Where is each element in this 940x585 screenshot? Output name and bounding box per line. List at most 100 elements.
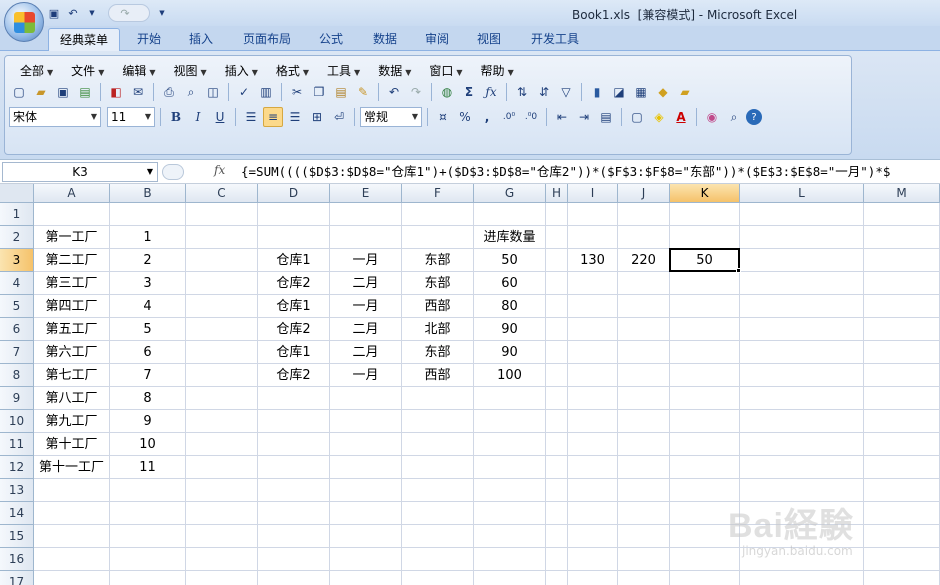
cell-a4[interactable]: 第三工厂 — [34, 272, 109, 295]
column-header[interactable]: J — [618, 184, 670, 203]
cell-a9[interactable]: 第八工厂 — [34, 387, 109, 410]
column-header[interactable]: L — [740, 184, 864, 203]
save-icon[interactable]: ▣ — [53, 82, 73, 102]
font-size-combo[interactable]: 11 ▼ — [107, 107, 155, 127]
column-header[interactable]: A — [34, 184, 110, 203]
classic-menu-item[interactable]: 窗口 ▼ — [420, 62, 471, 80]
cell-f5[interactable]: 西部 — [402, 295, 473, 318]
ribbon-tab[interactable]: 审阅 — [414, 28, 460, 51]
cell-b2[interactable]: 1 — [110, 226, 185, 249]
cell-b5[interactable]: 4 — [110, 295, 185, 318]
ribbon-tab[interactable]: 公式 — [308, 28, 354, 51]
align-left-icon[interactable]: ☰ — [241, 107, 261, 127]
cell-j3[interactable]: 220 — [618, 249, 669, 272]
cell-i3[interactable]: 130 — [568, 249, 617, 272]
open-folder-icon[interactable]: ▰ — [31, 82, 51, 102]
cut-icon[interactable]: ✂ — [287, 82, 307, 102]
cell-a5[interactable]: 第四工厂 — [34, 295, 109, 318]
underline-button[interactable]: U — [210, 107, 230, 127]
ribbon-tab[interactable]: 插入 — [178, 28, 224, 51]
ribbon-tab[interactable]: 经典菜单 — [48, 28, 121, 51]
row-header[interactable]: 12 — [0, 456, 34, 479]
cell-a11[interactable]: 第十工厂 — [34, 433, 109, 456]
cell-e7[interactable]: 二月 — [330, 341, 401, 364]
cell-g4[interactable]: 60 — [474, 272, 545, 295]
classic-menu-item[interactable]: 工具 ▼ — [318, 62, 369, 80]
bold-button[interactable]: B — [166, 107, 186, 127]
wrap-text-icon[interactable]: ⏎ — [329, 107, 349, 127]
paste-icon[interactable]: ▤ — [331, 82, 351, 102]
folder-icon[interactable]: ▰ — [675, 82, 695, 102]
column-header[interactable]: H — [546, 184, 568, 203]
cell-e4[interactable]: 二月 — [330, 272, 401, 295]
align-center-icon[interactable]: ≡ — [263, 107, 283, 127]
print-icon[interactable]: ⎙ — [159, 82, 179, 102]
cell-f6[interactable]: 北部 — [402, 318, 473, 341]
comma-button[interactable]: , — [477, 107, 497, 127]
cell-f7[interactable]: 东部 — [402, 341, 473, 364]
column-header[interactable]: D — [258, 184, 330, 203]
formula-bar-grip[interactable] — [162, 164, 184, 180]
row-header[interactable]: 10 — [0, 410, 34, 433]
row-header[interactable]: 5 — [0, 295, 34, 318]
cell-e8[interactable]: 一月 — [330, 364, 401, 387]
formula-input[interactable]: {=SUM(((($D$3:$D$8="仓库1")+($D$3:$D$8="仓库… — [241, 162, 940, 182]
column-header[interactable]: G — [474, 184, 546, 203]
name-box[interactable]: K3 ▼ — [2, 162, 158, 182]
cell-d6[interactable]: 仓库2 — [258, 318, 329, 341]
cell-a8[interactable]: 第七工厂 — [34, 364, 109, 387]
cell-b11[interactable]: 10 — [110, 433, 185, 456]
row-header[interactable]: 16 — [0, 548, 34, 571]
email-icon[interactable]: ✉ — [128, 82, 148, 102]
cell-g7[interactable]: 90 — [474, 341, 545, 364]
cell-g5[interactable]: 80 — [474, 295, 545, 318]
increase-decimal-icon[interactable]: .0⁰ — [499, 107, 519, 127]
ribbon-tab[interactable]: 视图 — [466, 28, 512, 51]
diamond-help-icon[interactable]: ◆ — [653, 82, 673, 102]
column-header[interactable]: E — [330, 184, 402, 203]
chart-icon[interactable]: ▮ — [587, 82, 607, 102]
cell-b4[interactable]: 3 — [110, 272, 185, 295]
row-header[interactable]: 8 — [0, 364, 34, 387]
row-header[interactable]: 6 — [0, 318, 34, 341]
classic-menu-item[interactable]: 插入 ▼ — [216, 62, 267, 80]
research-book-icon[interactable]: ▥ — [256, 82, 276, 102]
customize-toolbar-icon[interactable]: ▼ — [154, 5, 170, 21]
autosum-icon[interactable]: Σ — [459, 82, 479, 102]
cell-g2[interactable]: 进库数量 — [474, 226, 545, 249]
help-icon[interactable]: ? — [746, 109, 762, 125]
italic-button[interactable]: I — [188, 107, 208, 127]
office-button[interactable] — [4, 2, 44, 42]
row-header[interactable]: 11 — [0, 433, 34, 456]
percent-button[interactable]: % — [455, 107, 475, 127]
classic-menu-item[interactable]: 视图 ▼ — [165, 62, 216, 80]
row-header[interactable]: 13 — [0, 479, 34, 502]
row-header[interactable]: 7 — [0, 341, 34, 364]
palette-icon[interactable]: ◉ — [702, 107, 722, 127]
decrease-decimal-icon[interactable]: .⁰0 — [521, 107, 541, 127]
new-file-icon[interactable]: ▢ — [9, 82, 29, 102]
cell-d4[interactable]: 仓库2 — [258, 272, 329, 295]
zoom-icon[interactable]: ⌕ — [724, 107, 744, 127]
copy-icon[interactable]: ❐ — [309, 82, 329, 102]
cell-b7[interactable]: 6 — [110, 341, 185, 364]
fill-color-icon[interactable]: ◈ — [649, 107, 669, 127]
cell-b9[interactable]: 8 — [110, 387, 185, 410]
cell-d3[interactable]: 仓库1 — [258, 249, 329, 272]
classic-menu-item[interactable]: 编辑 ▼ — [113, 62, 164, 80]
cell-f8[interactable]: 西部 — [402, 364, 473, 387]
pdf-icon[interactable]: ◧ — [106, 82, 126, 102]
cell-a2[interactable]: 第一工厂 — [34, 226, 109, 249]
insert-function-icon[interactable]: ƒx — [481, 82, 501, 102]
classic-menu-item[interactable]: 数据 ▼ — [369, 62, 420, 80]
row-header[interactable]: 17 — [0, 571, 34, 585]
save-icon[interactable]: ▣ — [46, 5, 62, 21]
cell-f4[interactable]: 东部 — [402, 272, 473, 295]
row-header[interactable]: 9 — [0, 387, 34, 410]
column-header[interactable]: F — [402, 184, 474, 203]
cell-a7[interactable]: 第六工厂 — [34, 341, 109, 364]
hyperlink-icon[interactable]: ◍ — [437, 82, 457, 102]
cell-b10[interactable]: 9 — [110, 410, 185, 433]
merge-center-icon[interactable]: ⊞ — [307, 107, 327, 127]
classic-menu-item[interactable]: 全部 ▼ — [11, 62, 62, 80]
